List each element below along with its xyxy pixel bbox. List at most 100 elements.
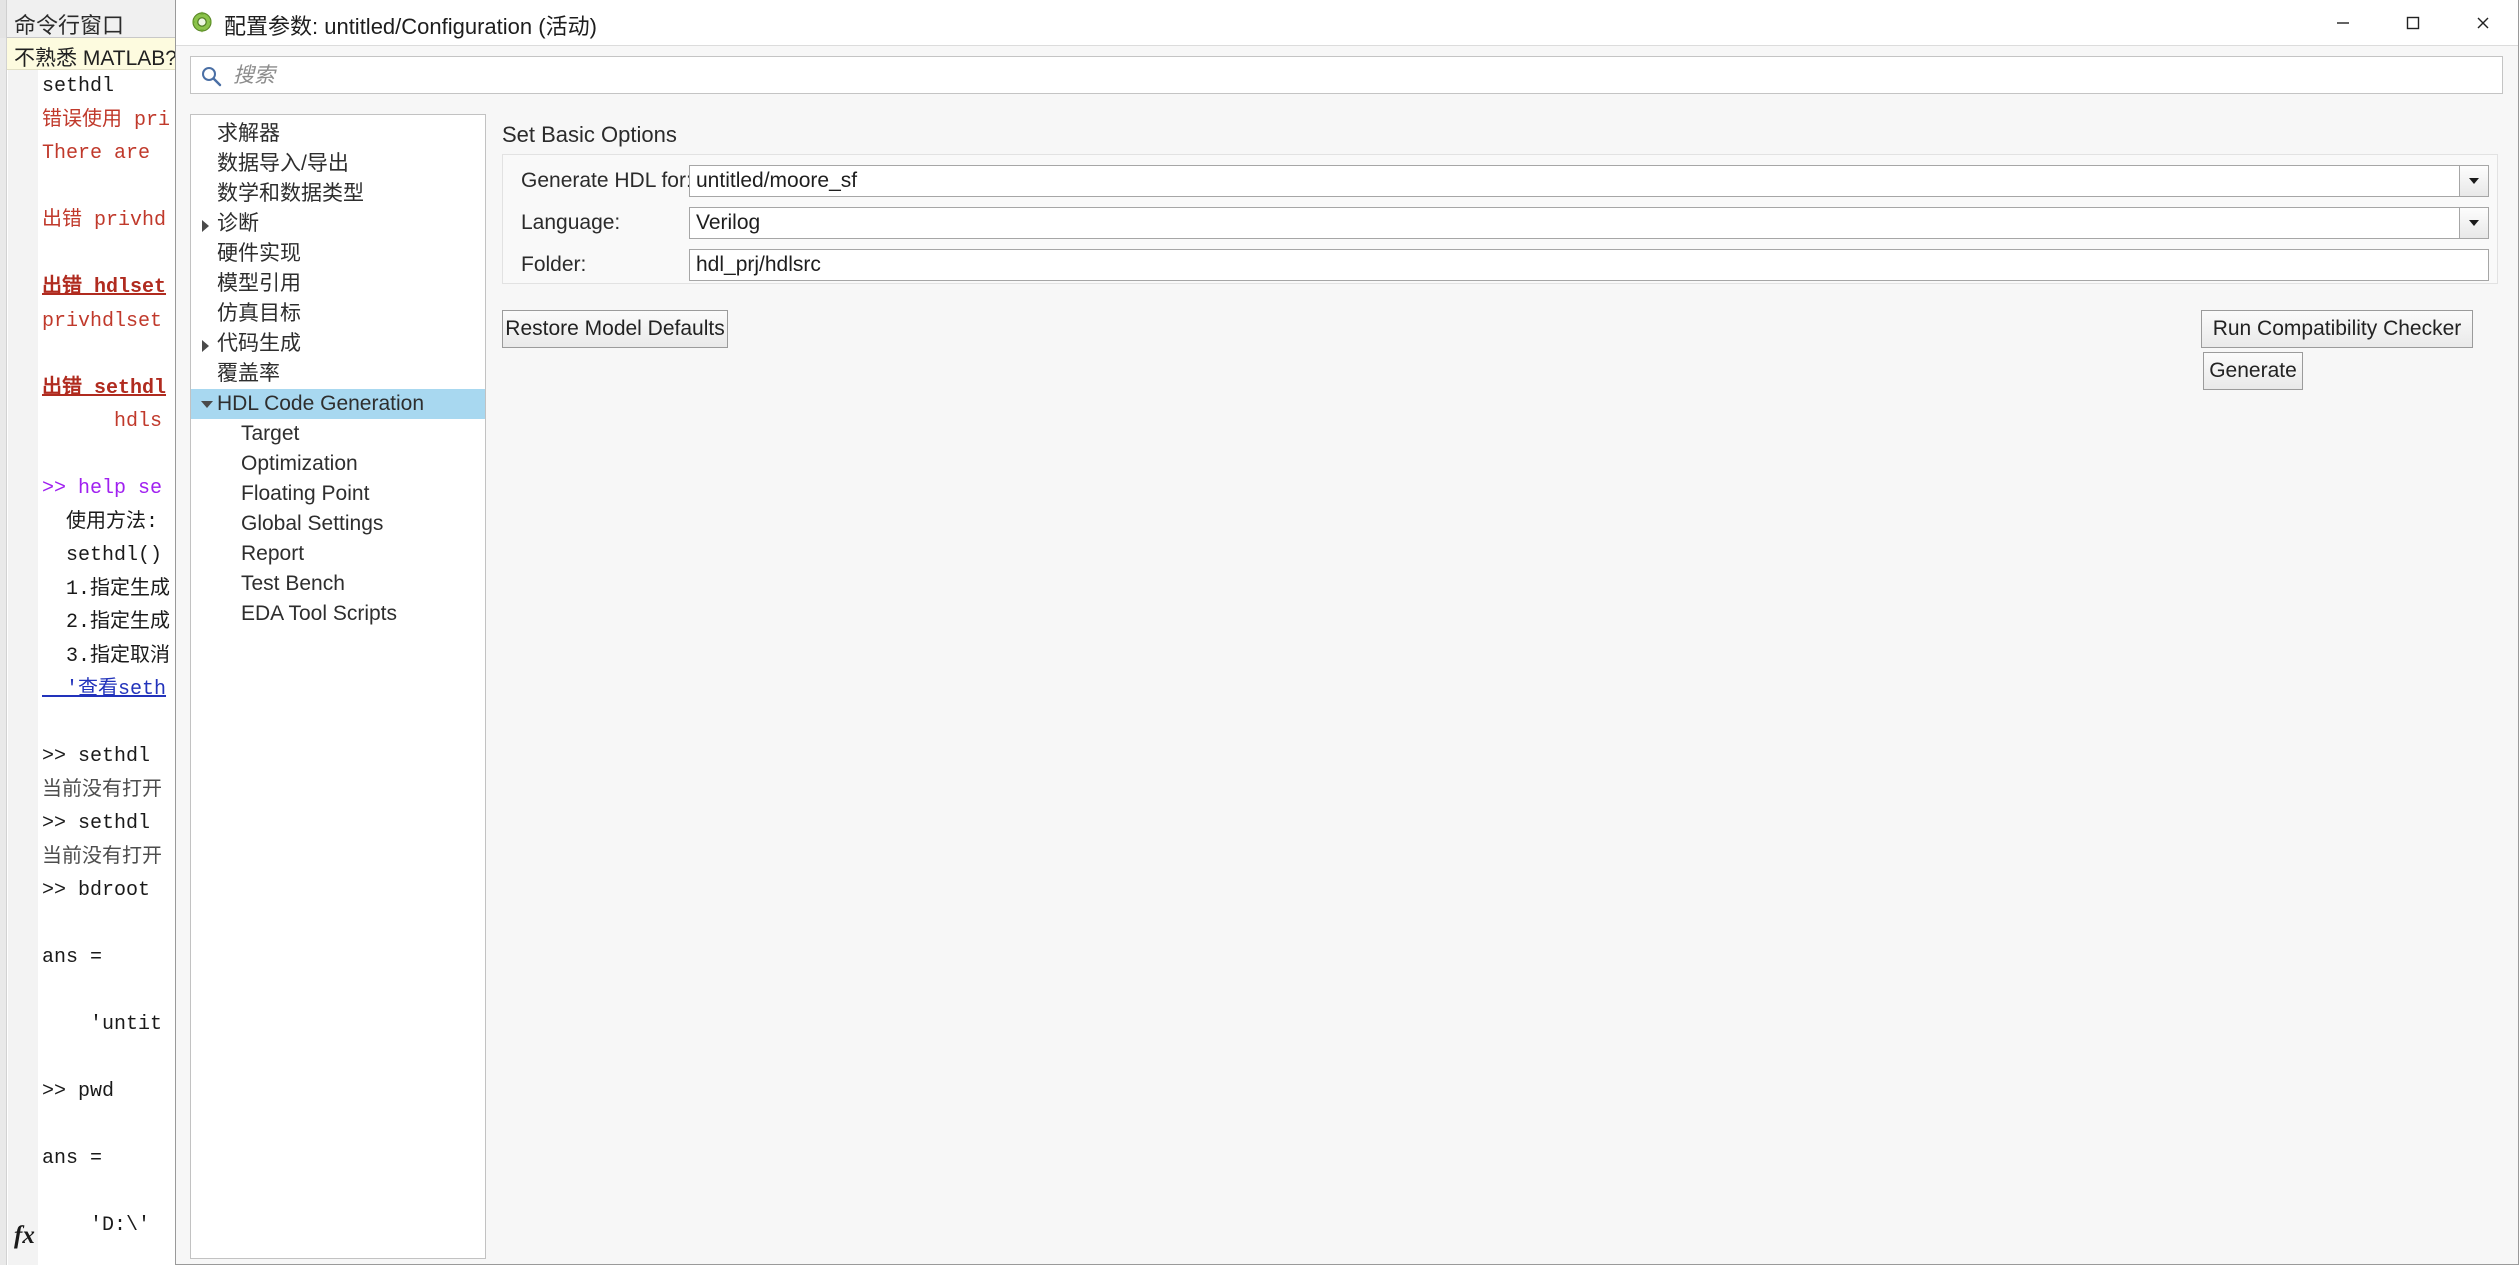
- matlab-intro-banner-text: 不熟悉 MATLAB?: [14, 47, 176, 70]
- tree-item-[interactable]: 数学和数据类型: [191, 179, 485, 209]
- simulink-gear-icon: [190, 10, 214, 34]
- configuration-parameters-dialog: 配置参数: untitled/Configuration (活动) 搜索 求解器…: [175, 0, 2519, 1265]
- run-compatibility-checker-button[interactable]: Run Compatibility Checker: [2201, 310, 2473, 348]
- language-dropdown-button[interactable]: [2459, 207, 2489, 239]
- tree-item-[interactable]: 代码生成: [191, 329, 485, 359]
- folder-field[interactable]: [689, 249, 2489, 281]
- command-window-left-strip: [8, 70, 38, 1265]
- search-input[interactable]: [231, 57, 2495, 95]
- tree-item-floating-point[interactable]: Floating Point: [191, 479, 485, 509]
- tree-item-[interactable]: 诊断: [191, 209, 485, 239]
- tree-item-[interactable]: 仿真目标: [191, 299, 485, 329]
- tree-item-eda-tool-scripts[interactable]: EDA Tool Scripts: [191, 599, 485, 629]
- tree-item-label: Floating Point: [241, 482, 370, 505]
- fx-icon[interactable]: fx: [14, 1222, 35, 1250]
- tree-item-label: Global Settings: [241, 512, 384, 535]
- console-line: ans =: [42, 1147, 103, 1170]
- command-window-console[interactable]: sethdl 错误使用 pri There are 出错 privhd 出错 hdlse…: [38, 70, 175, 1265]
- language-field[interactable]: [689, 207, 2489, 239]
- tree-item-label: 硬件实现: [217, 242, 301, 265]
- generate-hdl-for-field[interactable]: [689, 165, 2489, 197]
- dialog-title: 配置参数: untitled/Configuration (活动): [224, 14, 597, 39]
- console-line: >> sethdl: [42, 745, 151, 768]
- language-row: Language:: [503, 207, 2497, 243]
- tree-item-label: 数据导入/导出: [217, 152, 349, 175]
- chevron-down-icon[interactable]: [200, 389, 214, 419]
- close-button[interactable]: [2448, 0, 2518, 45]
- matlab-intro-banner[interactable]: 不熟悉 MATLAB?: [7, 38, 175, 70]
- search-bar[interactable]: [190, 56, 2503, 95]
- tree-item-report[interactable]: Report: [191, 539, 485, 569]
- console-line: 2.指定生成: [42, 611, 171, 634]
- generate-button[interactable]: Generate: [2203, 352, 2303, 390]
- console-line: 当前没有打开: [42, 845, 162, 869]
- console-line: 错误使用 pri: [42, 108, 171, 132]
- command-window-left-edge: [0, 0, 7, 38]
- tree-item-label: Optimization: [241, 452, 358, 475]
- tree-item-[interactable]: 模型引用: [191, 269, 485, 299]
- console-line: '查看seth: [42, 678, 167, 701]
- generate-hdl-for-row: Generate HDL for:: [503, 165, 2497, 201]
- command-window-gutter: [0, 38, 7, 1265]
- console-line: 'D:\': [42, 1214, 151, 1237]
- search-icon: [200, 65, 222, 87]
- tree-item-label: 仿真目标: [217, 302, 301, 325]
- console-line: 'untit: [42, 1013, 163, 1036]
- console-line: sethdl: [42, 75, 115, 98]
- tree-item-optimization[interactable]: Optimization: [191, 449, 485, 479]
- generate-hdl-for-label: Generate HDL for:: [521, 169, 692, 192]
- tree-item-label: 数学和数据类型: [217, 182, 364, 205]
- tree-item-[interactable]: 覆盖率: [191, 359, 485, 389]
- chevron-right-icon[interactable]: [200, 209, 214, 239]
- console-line: 出错 privhd: [42, 209, 167, 232]
- tree-item-[interactable]: 求解器: [191, 119, 485, 149]
- settings-detail-panel: Set Basic Options Generate HDL for: Lang…: [494, 114, 2506, 1259]
- matlab-command-window: 命令行窗口 不熟悉 MATLAB? sethdl 错误使用 pri There ar…: [0, 0, 176, 1265]
- maximize-button[interactable]: [2378, 0, 2448, 45]
- tree-item-test-bench[interactable]: Test Bench: [191, 569, 485, 599]
- tree-item-label: Test Bench: [241, 572, 345, 595]
- dialog-titlebar: 配置参数: untitled/Configuration (活动): [176, 0, 2518, 46]
- chevron-right-icon[interactable]: [200, 329, 214, 359]
- console-line: 出错 sethdl: [42, 376, 167, 400]
- section-title: Set Basic Options: [502, 122, 677, 147]
- basic-options-group: Generate HDL for: Language:: [502, 154, 2498, 284]
- generate-hdl-for-dropdown-button[interactable]: [2459, 165, 2489, 197]
- minimize-button[interactable]: [2308, 0, 2378, 45]
- tree-item-label: Report: [241, 542, 305, 565]
- tree-item-[interactable]: 数据导入/导出: [191, 149, 485, 179]
- folder-label: Folder:: [521, 253, 587, 276]
- restore-model-defaults-button[interactable]: Restore Model Defaults: [502, 310, 728, 348]
- language-input[interactable]: [690, 208, 2488, 238]
- generate-hdl-for-input[interactable]: [690, 166, 2488, 196]
- tree-item-hdl-code-generation[interactable]: HDL Code Generation: [191, 389, 485, 419]
- console-line: >> sethdl: [42, 812, 151, 835]
- command-window-title: 命令行窗口: [14, 13, 125, 38]
- console-line: >> pwd: [42, 1080, 115, 1103]
- tree-item-label: Target: [241, 422, 300, 445]
- folder-input[interactable]: [690, 250, 2488, 280]
- console-line: >> help se: [42, 477, 163, 500]
- console-line: 使用方法:: [42, 510, 159, 534]
- tree-item-[interactable]: 硬件实现: [191, 239, 485, 269]
- console-line: sethdl(): [42, 544, 163, 567]
- dialog-content: 求解器数据导入/导出 数学和数据类型 诊断硬件实现模型引用仿真目标代码生成覆盖率 HD…: [176, 104, 2519, 1265]
- console-line: 当前没有打开: [42, 778, 162, 802]
- tree-item-label: 模型引用: [217, 272, 301, 295]
- tree-item-label: 诊断: [217, 212, 259, 235]
- tree-item-label: 代码生成: [217, 332, 301, 355]
- tree-item-global-settings[interactable]: Global Settings: [191, 509, 485, 539]
- tree-item-label: HDL Code Generation: [217, 392, 425, 415]
- settings-tree-panel[interactable]: 求解器数据导入/导出 数学和数据类型 诊断硬件实现模型引用仿真目标代码生成覆盖率 HD…: [190, 114, 486, 1259]
- tree-item-target[interactable]: Target: [191, 419, 485, 449]
- console-line: hdls: [42, 410, 163, 433]
